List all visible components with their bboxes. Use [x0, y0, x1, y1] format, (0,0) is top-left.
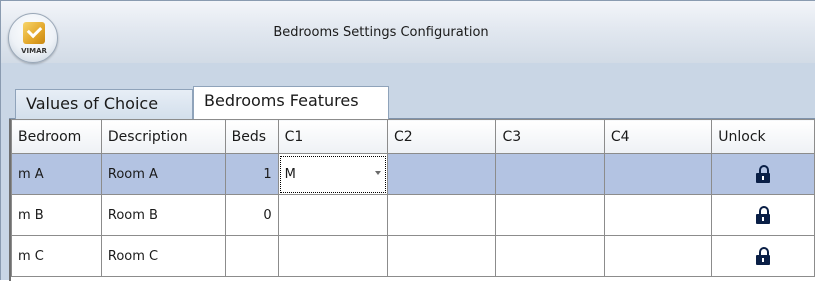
table-row[interactable]: m B Room B 0	[11, 194, 815, 236]
bedrooms-grid: Bedroom Description Beds C1 C2 C3 C4 Unl…	[9, 119, 815, 281]
bedrooms-table: Bedroom Description Beds C1 C2 C3 C4 Unl…	[11, 119, 815, 277]
c3-cell[interactable]	[495, 153, 605, 195]
c3-cell[interactable]	[495, 235, 605, 277]
app-window: VIMAR Bedrooms Settings Configuration Va…	[0, 0, 815, 281]
c1-combo-cell[interactable]: M	[277, 153, 389, 195]
column-header-c3[interactable]: C3	[495, 119, 605, 154]
unlock-cell[interactable]	[711, 194, 815, 236]
c1-cell[interactable]	[277, 194, 389, 236]
title-bar[interactable]: VIMAR Bedrooms Settings Configuration	[1, 1, 815, 63]
beds-cell[interactable]	[224, 235, 279, 277]
unlock-cell[interactable]	[711, 235, 815, 277]
c4-cell[interactable]	[603, 153, 713, 195]
column-header-c2[interactable]: C2	[387, 119, 497, 154]
description-cell[interactable]: Room A	[100, 153, 226, 195]
column-header-unlock[interactable]: Unlock	[711, 119, 815, 154]
c1-combo-value: M	[284, 166, 296, 182]
column-header-bedroom[interactable]: Bedroom	[11, 119, 102, 154]
header-row: Bedroom Description Beds C1 C2 C3 C4 Unl…	[11, 119, 815, 154]
beds-cell[interactable]: 1	[224, 153, 279, 195]
tab-bedrooms-features[interactable]: Bedrooms Features	[193, 86, 389, 120]
column-header-description[interactable]: Description	[100, 119, 226, 154]
window-title: Bedrooms Settings Configuration	[273, 25, 489, 40]
c1-cell[interactable]	[277, 235, 389, 277]
c2-cell[interactable]	[387, 235, 497, 277]
c4-cell[interactable]	[603, 235, 713, 277]
beds-cell[interactable]: 0	[224, 194, 279, 236]
bedroom-cell[interactable]: m C	[11, 235, 102, 277]
description-cell[interactable]: Room B	[100, 194, 226, 236]
c3-cell[interactable]	[495, 194, 605, 236]
tab-values-of-choice[interactable]: Values of Choice	[15, 89, 193, 119]
column-header-c1[interactable]: C1	[277, 119, 389, 154]
c2-cell[interactable]	[387, 194, 497, 236]
bedroom-cell[interactable]: m A	[11, 153, 102, 195]
unlock-icon[interactable]	[756, 247, 771, 265]
bedroom-cell[interactable]: m B	[11, 194, 102, 236]
table-row[interactable]: m A Room A 1 M	[11, 153, 815, 195]
c2-cell[interactable]	[387, 153, 497, 195]
column-header-beds[interactable]: Beds	[224, 119, 279, 154]
logo-brand-text: VIMAR	[21, 47, 47, 55]
column-header-c4[interactable]: C4	[603, 119, 713, 154]
unlock-icon[interactable]	[756, 206, 771, 224]
c4-cell[interactable]	[603, 194, 713, 236]
chevron-down-icon[interactable]	[375, 171, 382, 175]
description-cell[interactable]: Room C	[100, 235, 226, 277]
table-row[interactable]: m C Room C	[11, 235, 815, 277]
tab-strip: Values of Choice Bedrooms Features	[9, 83, 815, 120]
unlock-cell[interactable]	[711, 153, 815, 195]
unlock-icon[interactable]	[756, 165, 771, 183]
